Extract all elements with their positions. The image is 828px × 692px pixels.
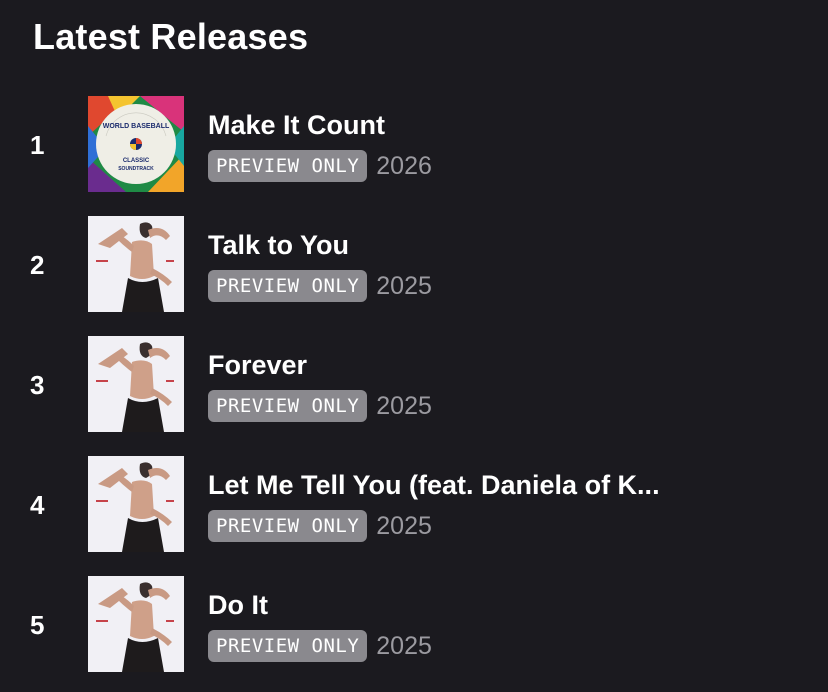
track-title[interactable]: Make It Count — [208, 110, 708, 141]
track-row[interactable]: 1 WORLD BASEBALL CLASSIC SOUNDTRACK Make… — [0, 96, 828, 192]
artwork-text-line1: WORLD BASEBALL — [103, 123, 170, 130]
album-artwork[interactable] — [88, 576, 184, 672]
release-year: 2026 — [376, 151, 432, 180]
track-meta: PREVIEW ONLY 2025 — [208, 390, 432, 422]
album-artwork[interactable]: WORLD BASEBALL CLASSIC SOUNDTRACK — [88, 96, 184, 192]
release-year: 2025 — [376, 631, 432, 660]
track-title[interactable]: Forever — [208, 350, 708, 381]
section-title: Latest Releases — [33, 16, 309, 57]
track-title[interactable]: Let Me Tell You (feat. Daniela of K... — [208, 470, 708, 501]
track-number: 2 — [30, 250, 45, 280]
release-year: 2025 — [376, 511, 432, 540]
album-artwork[interactable] — [88, 336, 184, 432]
latest-releases-page: Latest Releases 1 WORLD BASEBALL CLASSIC… — [0, 0, 828, 692]
track-row[interactable]: 2 Talk to You PREVIEW ONLY 2025 — [0, 216, 828, 312]
track-number: 5 — [30, 610, 45, 640]
preview-only-badge: PREVIEW ONLY — [208, 510, 368, 542]
world-baseball-classic-artwork: WORLD BASEBALL CLASSIC SOUNDTRACK — [88, 96, 184, 192]
preview-only-badge: PREVIEW ONLY — [208, 390, 368, 422]
track-row[interactable]: 5 Do It PREVIEW ONLY 2025 — [0, 576, 828, 672]
portrait-artwork — [88, 576, 184, 672]
artwork-text-line3: SOUNDTRACK — [118, 166, 154, 172]
release-year: 2025 — [376, 271, 432, 300]
track-title[interactable]: Do It — [208, 590, 708, 621]
preview-only-badge: PREVIEW ONLY — [208, 270, 368, 302]
track-list: 1 WORLD BASEBALL CLASSIC SOUNDTRACK Make… — [0, 96, 828, 692]
preview-only-badge: PREVIEW ONLY — [208, 630, 368, 662]
track-title[interactable]: Talk to You — [208, 230, 708, 261]
portrait-artwork — [88, 456, 184, 552]
track-meta: PREVIEW ONLY 2026 — [208, 150, 432, 182]
track-meta: PREVIEW ONLY 2025 — [208, 270, 432, 302]
portrait-artwork — [88, 336, 184, 432]
album-artwork[interactable] — [88, 456, 184, 552]
album-artwork[interactable] — [88, 216, 184, 312]
preview-only-badge: PREVIEW ONLY — [208, 150, 368, 182]
portrait-artwork — [88, 216, 184, 312]
track-meta: PREVIEW ONLY 2025 — [208, 510, 432, 542]
track-number: 4 — [30, 490, 45, 520]
track-row[interactable]: 3 Forever PREVIEW ONLY 2025 — [0, 336, 828, 432]
track-row[interactable]: 4 Let Me Tell You (feat. Daniela of K... — [0, 456, 828, 552]
release-year: 2025 — [376, 391, 432, 420]
track-number: 3 — [30, 370, 45, 400]
artwork-text-line2: CLASSIC — [123, 158, 150, 164]
track-meta: PREVIEW ONLY 2025 — [208, 630, 432, 662]
track-number: 1 — [30, 130, 45, 160]
